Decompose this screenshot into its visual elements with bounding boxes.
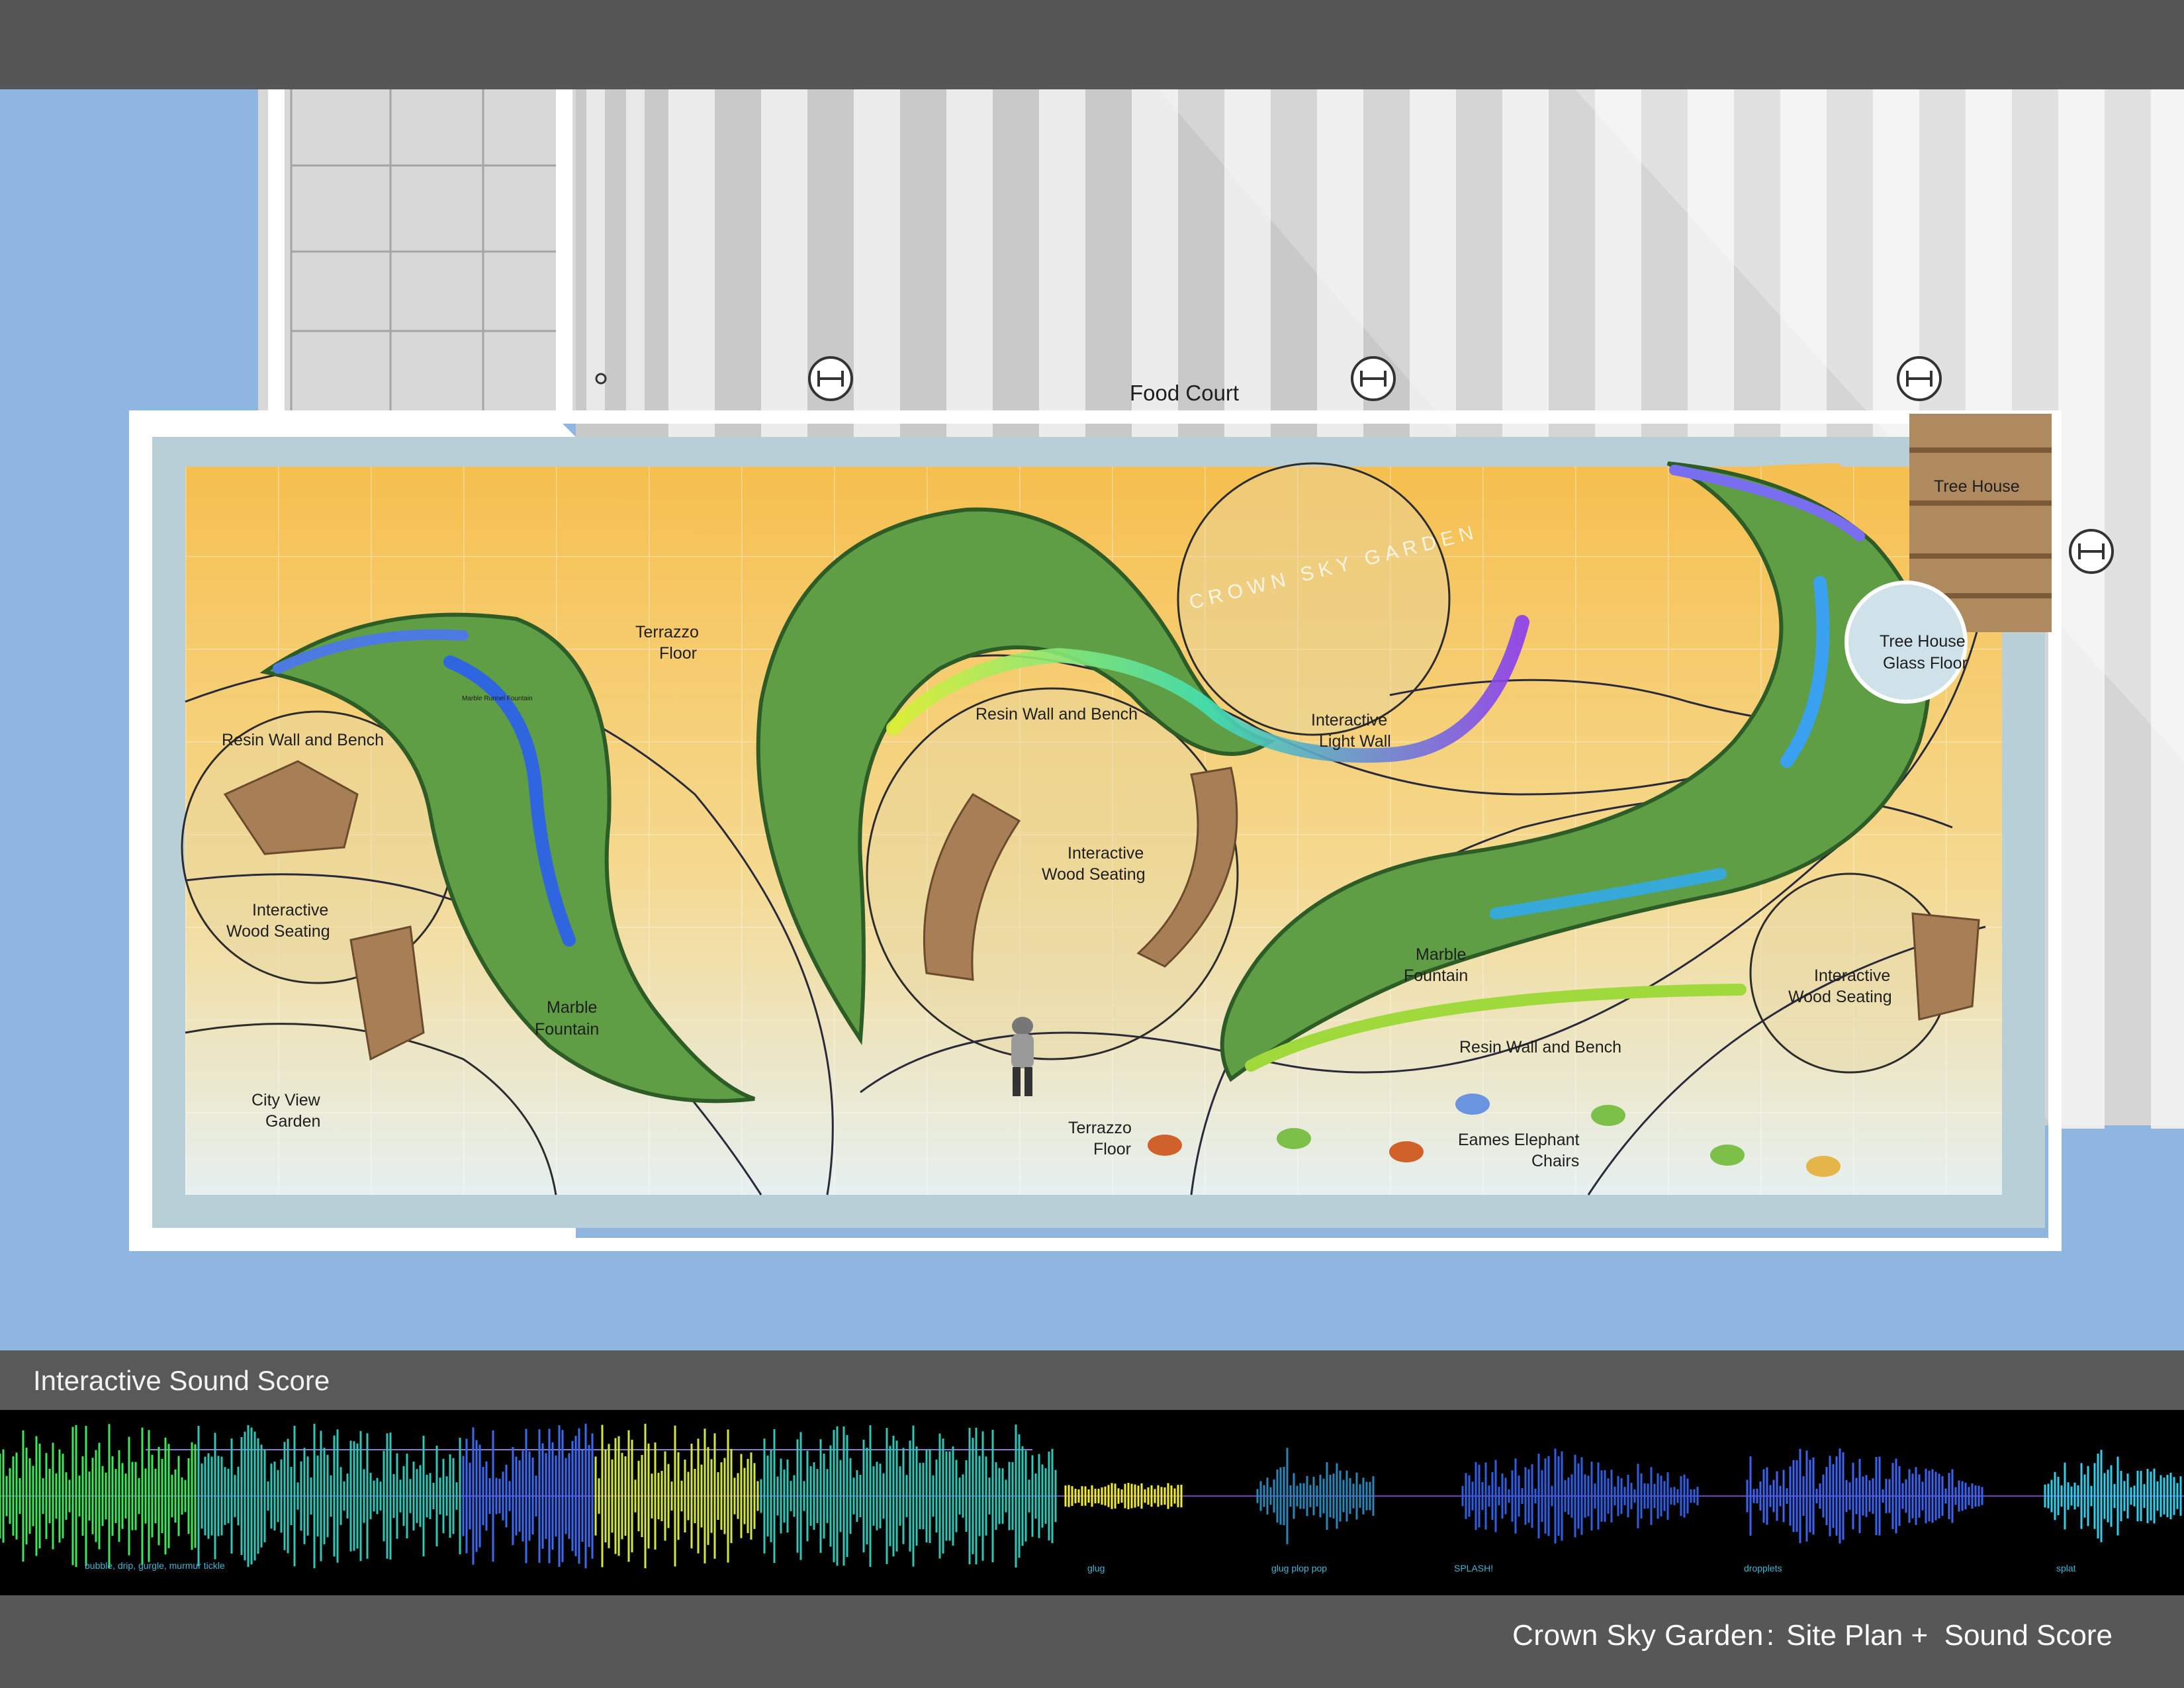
resin-wall-right-label: Resin Wall and Bench <box>1459 1038 1621 1056</box>
sound-score-title: Interactive Sound Score <box>33 1365 330 1396</box>
wood-seating-center-label-1: Interactive <box>1068 844 1144 863</box>
tree-house-label: Tree House <box>1934 477 2020 496</box>
eames-chairs-label-2: Chairs <box>1531 1152 1579 1170</box>
tree-house-glass-floor-label-2: Glass Floor <box>1883 654 1968 673</box>
sound-score-waveform: bubble, drip, gurgle, murmur tickle glug… <box>0 1410 2184 1595</box>
sound-label-bubble: bubble, drip, gurgle, murmur tickle <box>85 1560 225 1571</box>
footer: Crown Sky Garden: Site Plan + Sound Score <box>0 1595 2184 1688</box>
wood-seating-left-label-1: Interactive <box>252 901 328 919</box>
interactive-light-wall-label-2: Light Wall <box>1319 732 1391 751</box>
marble-fountain-left-label-2: Fountain <box>535 1020 599 1039</box>
sound-label-glug: glug <box>1087 1563 1105 1573</box>
footer-subtitle-site-plan: Site Plan <box>1786 1619 1903 1652</box>
resin-wall-left-label: Resin Wall and Bench <box>222 731 384 749</box>
footer-subtitle-sound-score: Sound Score <box>1944 1619 2113 1652</box>
sound-label-splat: splat <box>2056 1563 2076 1573</box>
marble-fountain-right-label-1: Marble <box>1416 945 1466 964</box>
resin-wall-center-label: Resin Wall and Bench <box>976 705 1138 724</box>
eames-chairs-label-1: Eames Elephant <box>1458 1131 1580 1149</box>
wood-seating-center-label-2: Wood Seating <box>1042 865 1146 884</box>
terrazzo-floor-top-label-1: Terrazzo <box>635 623 699 641</box>
top-band <box>0 0 2184 89</box>
sound-label-glug-plop-pop: glug plop pop <box>1271 1563 1327 1573</box>
tree-house-glass-floor-label-1: Tree House <box>1880 632 1966 651</box>
sound-label-splash: SPLASH! <box>1454 1563 1493 1573</box>
city-view-garden-label-2: Garden <box>265 1112 320 1131</box>
sound-label-dropplets: dropplets <box>1744 1563 1782 1573</box>
food-court-label: Food Court <box>1130 381 1239 405</box>
footer-project-name: Crown Sky Garden <box>1512 1619 1764 1652</box>
terrazzo-floor-top-label-2: Floor <box>659 644 697 663</box>
wood-seating-right-label-1: Interactive <box>1814 966 1890 985</box>
terrazzo-floor-bottom-label-1: Terrazzo <box>1068 1119 1132 1137</box>
wood-seating-right-label-2: Wood Seating <box>1788 988 1892 1006</box>
interactive-light-wall-label-1: Interactive <box>1311 711 1387 729</box>
marble-fountain-right-label-2: Fountain <box>1404 966 1468 985</box>
marble-runnel-fountain-label: Marble Runnel Fountain <box>462 695 533 702</box>
terrazzo-floor-bottom-label-2: Floor <box>1093 1140 1131 1158</box>
marble-fountain-left-label-1: Marble <box>547 998 597 1017</box>
sound-score-header: Interactive Sound Score <box>0 1350 2184 1410</box>
building-left <box>258 89 576 420</box>
wood-seating-left-label-2: Wood Seating <box>226 922 330 941</box>
footer-title: Crown Sky Garden: Site Plan + Sound Score <box>1512 1619 2113 1652</box>
footer-plus: + <box>1911 1619 1929 1652</box>
site-plan: Food Court CROWN SKY GARDEN Tree House T… <box>0 89 2184 1350</box>
footer-colon: : <box>1766 1619 1775 1652</box>
city-view-garden-label-1: City View <box>251 1091 321 1109</box>
